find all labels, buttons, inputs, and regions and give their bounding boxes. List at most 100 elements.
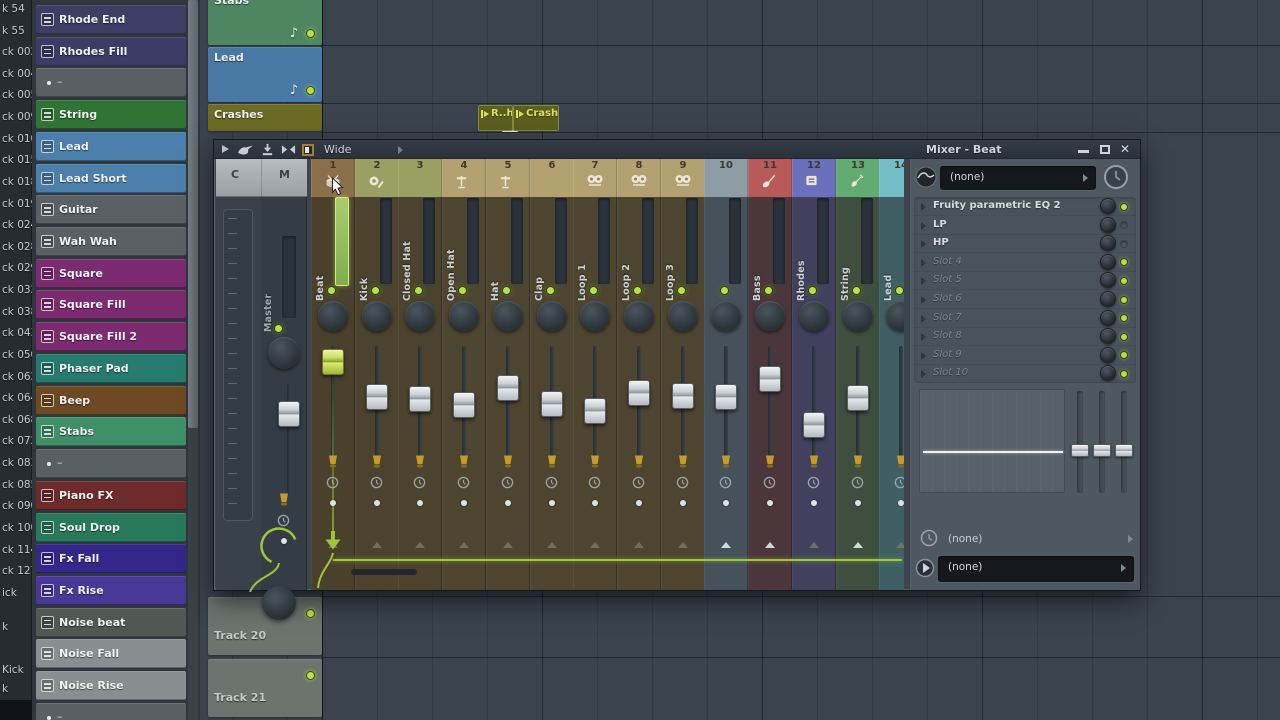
slot-led[interactable] [1120, 221, 1128, 229]
strip-led[interactable] [808, 286, 817, 295]
fx-send-icon[interactable] [414, 454, 426, 469]
eq-fader-track[interactable] [1121, 391, 1127, 493]
slot-mix-knob[interactable] [1100, 365, 1116, 381]
strip-led[interactable] [546, 286, 555, 295]
channel-button[interactable]: Fx Rise [36, 576, 186, 605]
clock-icon[interactable] [763, 476, 776, 489]
fader-track[interactable] [768, 346, 772, 459]
channel-button[interactable]: Rhodes Fill [36, 37, 186, 66]
route-arrow-icon[interactable] [503, 542, 513, 548]
fx-send-icon[interactable] [808, 454, 820, 469]
slot-led[interactable] [1120, 296, 1128, 304]
rail-clip-label[interactable]: k [2, 621, 32, 635]
pan-knob[interactable] [449, 301, 479, 331]
clock-icon[interactable] [676, 476, 689, 489]
fx-send-icon[interactable] [677, 454, 689, 469]
channel-button[interactable]: – [36, 703, 186, 720]
arm-dot[interactable] [330, 500, 336, 506]
mixer-strip[interactable]: 4Open Hat [442, 159, 486, 590]
fader-handle[interactable] [672, 383, 694, 409]
rail-clip-label[interactable]: ck 085 [2, 479, 32, 493]
rail-clip-label[interactable]: ck 038 [2, 306, 32, 320]
slot-led[interactable] [1120, 370, 1128, 378]
strip-led[interactable] [677, 286, 686, 295]
fader-handle[interactable] [584, 398, 606, 424]
route-arrow-icon[interactable] [459, 542, 469, 548]
strip-led[interactable] [274, 324, 283, 333]
route-arrow-icon[interactable] [809, 542, 819, 548]
effect-slot[interactable]: HP [914, 234, 1136, 253]
rail-clip-label[interactable]: ck 010 [2, 133, 32, 147]
effect-slot[interactable]: Slot 4 [914, 253, 1136, 272]
fader-handle[interactable] [497, 375, 519, 401]
rail-clip-label[interactable]: ck 100 [2, 522, 32, 536]
slot-mix-knob[interactable] [1100, 328, 1116, 344]
effect-slot[interactable]: Slot 7 [914, 309, 1136, 328]
channel-button[interactable]: Noise Rise [36, 671, 186, 700]
fx-send-icon[interactable] [278, 492, 290, 507]
slot-led[interactable] [1120, 240, 1128, 248]
channel-button[interactable]: Guitar [36, 195, 186, 224]
slot-led[interactable] [1120, 258, 1128, 266]
rail-clip-label[interactable]: ck 029 [2, 262, 32, 276]
slot-led[interactable] [1120, 351, 1128, 359]
fader-track[interactable] [506, 346, 510, 459]
rail-clip-label[interactable]: ck 090 [2, 500, 32, 514]
rail-clip-label[interactable]: ck 127 [2, 565, 32, 579]
fx-send-icon[interactable] [852, 454, 864, 469]
rail-clip-label[interactable]: k 55 [2, 25, 32, 39]
hand-icon[interactable] [237, 143, 255, 156]
strip-led[interactable] [720, 286, 729, 295]
fader-handle[interactable] [453, 392, 475, 418]
mixer-strip[interactable]: 10 [704, 159, 748, 590]
fx-send-icon[interactable] [720, 454, 732, 469]
fader-handle[interactable] [541, 391, 563, 417]
eq-preview[interactable] [919, 389, 1065, 493]
pan-knob[interactable] [318, 301, 348, 331]
mixer-strip[interactable]: 3Closed Hat [398, 159, 442, 590]
strip-led[interactable] [852, 286, 861, 295]
strip-header[interactable]: 4 [442, 159, 486, 197]
arm-dot[interactable] [855, 500, 861, 506]
strip-led[interactable] [633, 286, 642, 295]
rail-clip-label[interactable]: ck 009 [2, 111, 32, 125]
arm-dot[interactable] [505, 500, 511, 506]
fader-handle[interactable] [366, 384, 388, 410]
slot-mix-knob[interactable] [1100, 198, 1116, 214]
dry-wet-knob[interactable] [1103, 164, 1129, 190]
route-arrow-icon[interactable] [896, 542, 904, 548]
effect-slot[interactable]: Slot 10 [914, 364, 1136, 383]
collapse-icon[interactable] [281, 143, 296, 156]
slot-mix-knob[interactable] [1100, 254, 1116, 270]
playlist-track-header[interactable]: Stabs♪ [208, 0, 322, 45]
channel-button[interactable]: Wah Wah [36, 227, 186, 256]
strip-header[interactable]: 12 [792, 159, 836, 197]
arm-dot[interactable] [374, 500, 380, 506]
eq-fader-handle[interactable] [1071, 444, 1089, 457]
strip-led[interactable] [371, 286, 380, 295]
clock-icon[interactable] [501, 476, 514, 489]
rail-clip-label[interactable]: ck 062 [2, 371, 32, 385]
slot-mix-knob[interactable] [1100, 310, 1116, 326]
playlist-track-header[interactable]: Crashes [208, 104, 322, 131]
arm-dot[interactable] [723, 500, 729, 506]
rail-clip-label[interactable]: ck 083 [2, 457, 32, 471]
mixer-strip[interactable]: 6Clap [530, 159, 574, 590]
eq-fader-handle[interactable] [1115, 444, 1133, 457]
strip-header[interactable]: 14 [879, 159, 904, 197]
rail-clip-label[interactable]: ck 024 [2, 219, 32, 233]
mixer-strip[interactable]: 13String [836, 159, 880, 590]
pan-knob[interactable] [580, 301, 610, 331]
route-arrow-icon[interactable] [415, 542, 425, 548]
clock-icon[interactable] [545, 476, 558, 489]
strip-led[interactable] [327, 286, 336, 295]
slot-led[interactable] [1120, 277, 1128, 285]
slot-mix-knob[interactable] [1100, 291, 1116, 307]
pan-knob[interactable] [537, 301, 567, 331]
strip-header[interactable]: 10 [704, 159, 748, 197]
channel-button[interactable]: Beep [36, 386, 186, 415]
send-arrow-icon[interactable] [324, 530, 342, 552]
fx-send-icon[interactable] [764, 454, 776, 469]
output-route-icon[interactable] [914, 557, 936, 579]
channel-button[interactable]: Lead Short [36, 164, 186, 193]
